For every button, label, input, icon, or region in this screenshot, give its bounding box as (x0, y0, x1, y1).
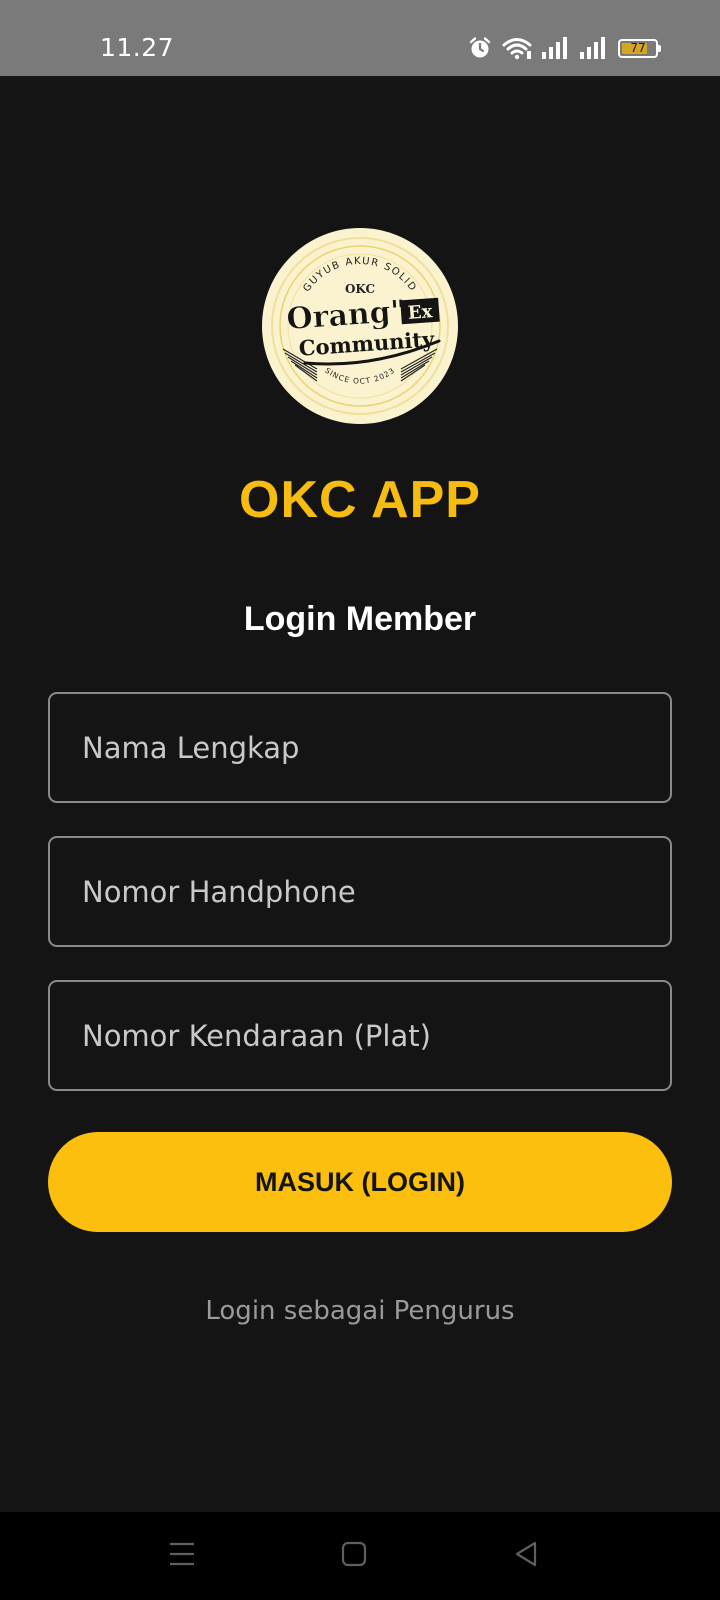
logo-small-label: OKC (345, 282, 375, 296)
battery-icon: 77 (618, 38, 661, 58)
status-bar: 11.27 77 (0, 0, 720, 76)
back-button[interactable] (506, 1540, 546, 1572)
status-time: 11.27 (100, 33, 175, 62)
menu-button[interactable] (162, 1540, 202, 1572)
community-logo: GUYUB AKUR SOLID OKC Orang" Ex Community… (261, 227, 459, 425)
login-heading: Login Member (243, 600, 477, 638)
back-icon (513, 1540, 539, 1573)
alarm-icon (468, 36, 492, 60)
vehicle-plate-input[interactable] (48, 980, 672, 1091)
phone-number-input[interactable] (48, 836, 672, 947)
wifi-icon (502, 36, 532, 60)
logo-line1-suffix: Ex (407, 301, 433, 324)
status-icons: 77 (468, 36, 661, 60)
full-name-input[interactable] (48, 692, 672, 803)
navigation-bar (0, 1512, 720, 1600)
login-button[interactable]: MASUK (LOGIN) (48, 1132, 672, 1232)
home-icon (341, 1541, 367, 1572)
home-button[interactable] (334, 1540, 374, 1572)
admin-login-link[interactable]: Login sebagai Pengurus (0, 1296, 720, 1326)
app-title: OKC APP (239, 471, 481, 529)
menu-icon (168, 1541, 196, 1572)
battery-level: 77 (630, 41, 646, 55)
signal-icon (580, 37, 608, 59)
signal-icon (542, 37, 570, 59)
